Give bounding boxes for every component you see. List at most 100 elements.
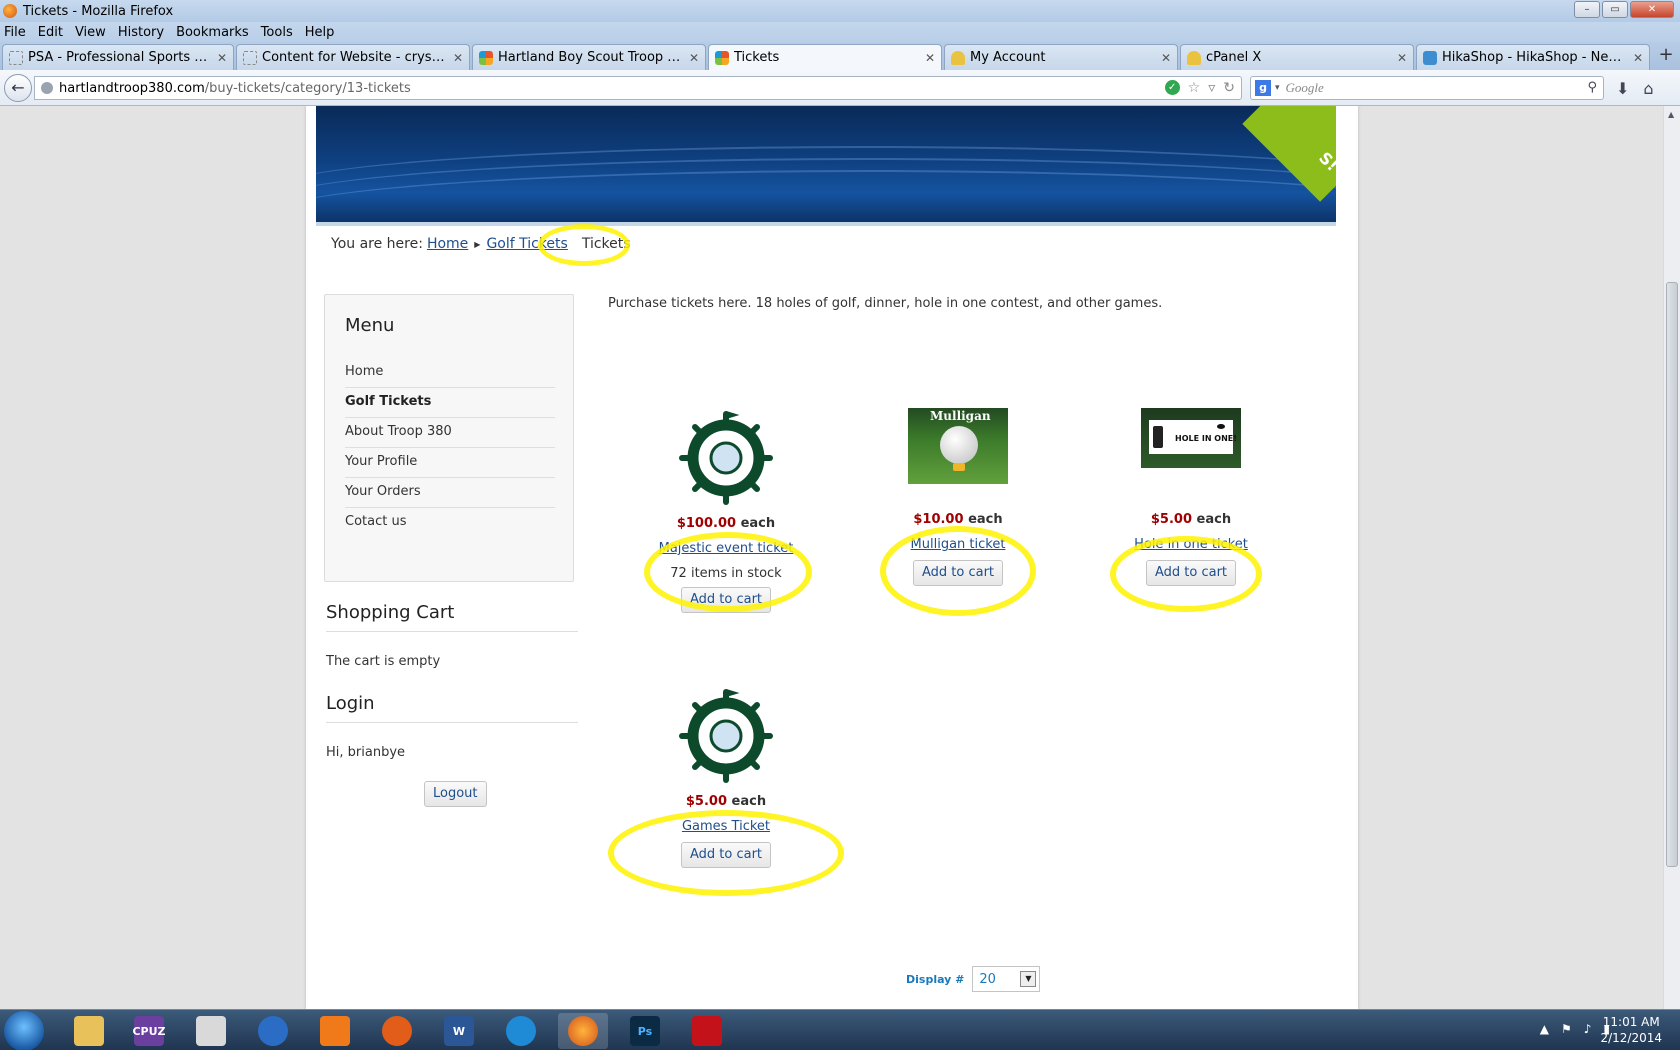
start-button[interactable] (4, 1011, 44, 1050)
menu-tools[interactable]: Tools (261, 25, 293, 40)
add-to-cart-button[interactable]: Add to cart (912, 560, 1004, 586)
majestic-logo-image[interactable] (676, 686, 776, 786)
taskbar-photoshop[interactable]: Ps (620, 1013, 670, 1049)
clock-time: 11:01 AM (1602, 1015, 1660, 1029)
menu-bar: File Edit View History Bookmarks Tools H… (0, 22, 1680, 42)
tab-close-icon[interactable]: ✕ (689, 51, 699, 65)
tab-hartland-troop[interactable]: Hartland Boy Scout Troop 380 Maj... ✕ (472, 44, 706, 70)
back-button[interactable]: ← (4, 74, 32, 102)
menu-history[interactable]: History (118, 25, 164, 40)
tab-psa[interactable]: PSA - Professional Sports Authenti... ✕ (2, 44, 234, 70)
google-icon[interactable]: g (1255, 80, 1271, 96)
tab-close-icon[interactable]: ✕ (453, 51, 463, 65)
menu-help[interactable]: Help (305, 25, 335, 40)
add-to-cart-button[interactable]: Add to cart (680, 842, 772, 868)
breadcrumb-golf-tickets[interactable]: Golf Tickets (486, 236, 567, 252)
clock[interactable]: 11:01 AM 2/12/2014 (1600, 1014, 1662, 1046)
tab-content-website[interactable]: Content for Website - crysbye@g... ✕ (236, 44, 470, 70)
tab-label: My Account (970, 50, 1046, 65)
chevron-down-icon[interactable]: ▾ (1275, 83, 1280, 93)
clock-date: 2/12/2014 (1600, 1031, 1662, 1045)
menu-item-home[interactable]: Home (345, 358, 555, 388)
product-name-link[interactable]: Majestic event ticket (611, 541, 841, 556)
tab-cpanel[interactable]: cPanel X ✕ (1180, 44, 1414, 70)
search-icon[interactable]: ⚲ (1587, 80, 1597, 95)
cart-status: The cart is empty (326, 654, 441, 669)
tab-close-icon[interactable]: ✕ (925, 51, 935, 65)
scroll-up-icon[interactable]: ▲ (1668, 110, 1674, 119)
site-identity-icon[interactable] (41, 82, 53, 94)
product-name-link[interactable]: Hole in one ticket (1076, 537, 1306, 552)
taskbar-vlc[interactable] (372, 1013, 422, 1049)
url-path: /buy-tickets/category/13-tickets (204, 80, 411, 96)
menu-item-about[interactable]: About Troop 380 (345, 418, 555, 448)
add-to-cart-button[interactable]: Add to cart (1145, 560, 1237, 586)
url-bar[interactable]: hartlandtroop380.com /buy-tickets/catego… (34, 76, 1242, 100)
tab-label: Tickets (734, 50, 780, 65)
home-icon[interactable]: ⌂ (1643, 79, 1653, 98)
majestic-logo-image[interactable] (676, 408, 776, 508)
joomla-icon (479, 50, 493, 65)
tray-expand-icon[interactable]: ▲ (1540, 1022, 1549, 1036)
taskbar-pen-app[interactable] (186, 1013, 236, 1049)
tab-label: Hartland Boy Scout Troop 380 Maj... (498, 50, 683, 65)
close-window-button[interactable]: ✕ (1630, 1, 1674, 18)
search-bar[interactable]: g ▾ Google ⚲ (1250, 76, 1604, 100)
tab-hikashop[interactable]: HikaShop - HikaShop - New Topic ✕ (1416, 44, 1650, 70)
product-name-link[interactable]: Mulligan ticket (843, 537, 1073, 552)
volume-icon[interactable]: ♪ (1584, 1022, 1592, 1036)
menu-item-contact[interactable]: Cotact us (345, 508, 555, 538)
add-to-cart-button[interactable]: Add to cart (680, 587, 772, 613)
menu-item-profile[interactable]: Your Profile (345, 448, 555, 478)
taskbar-word[interactable]: W (434, 1013, 484, 1049)
taskbar-acrobat[interactable] (682, 1013, 732, 1049)
menu-view[interactable]: View (75, 25, 106, 40)
taskbar-cpuz[interactable]: CPUZ (124, 1013, 174, 1049)
bookmark-star-icon[interactable]: ☆ (1188, 80, 1201, 96)
taskbar-chrome[interactable] (248, 1013, 298, 1049)
action-center-flag-icon[interactable]: ⚑ (1561, 1022, 1572, 1036)
new-tab-button[interactable]: + (1656, 46, 1676, 66)
taskbar-explorer[interactable] (64, 1013, 114, 1049)
product-name-link[interactable]: Games Ticket (611, 819, 841, 834)
reload-icon[interactable]: ↻ (1223, 80, 1235, 96)
maximize-button[interactable]: ▭ (1602, 1, 1628, 18)
menu-item-golf-tickets[interactable]: Golf Tickets (345, 388, 555, 418)
display-count-select[interactable]: 20 ▼ (972, 966, 1041, 992)
menu-file[interactable]: File (4, 25, 26, 40)
checkmark-icon[interactable]: ✓ (1164, 80, 1180, 95)
scrollbar-thumb[interactable] (1666, 282, 1678, 867)
chevron-down-icon[interactable]: ▼ (1020, 971, 1037, 987)
tab-my-account[interactable]: My Account ✕ (944, 44, 1178, 70)
product-price: $10.00 each (913, 512, 1003, 527)
photoshop-icon: Ps (630, 1016, 660, 1046)
logout-button[interactable]: Logout (424, 781, 487, 807)
menu-edit[interactable]: Edit (38, 25, 63, 40)
banner-divider (316, 222, 1336, 226)
vertical-scrollbar[interactable]: ▲ (1663, 106, 1680, 1009)
hole-icon (1217, 424, 1225, 429)
product-price: $5.00 each (685, 794, 767, 809)
taskbar-avast[interactable] (310, 1013, 360, 1049)
system-tray: ▲ ⚑ ♪ ▮ (1540, 1022, 1610, 1036)
joomla-icon (715, 50, 729, 65)
menu-item-orders[interactable]: Your Orders (345, 478, 555, 508)
menu-bookmarks[interactable]: Bookmarks (176, 25, 249, 40)
taskbar-ie[interactable] (496, 1013, 546, 1049)
tab-close-icon[interactable]: ✕ (217, 51, 227, 65)
minimize-button[interactable]: – (1574, 1, 1600, 18)
login-greeting: Hi, brianbye (326, 745, 406, 760)
breadcrumb: You are here: Home ▶ Golf Tickets Ticket… (331, 236, 631, 252)
breadcrumb-home[interactable]: Home (427, 236, 468, 252)
tab-close-icon[interactable]: ✕ (1633, 51, 1643, 65)
mulligan-image[interactable]: Mulligan (908, 408, 1008, 484)
url-host: hartlandtroop380.com (59, 80, 205, 96)
folder-icon (74, 1016, 104, 1046)
download-icon[interactable]: ⬇ (1616, 79, 1629, 98)
tab-close-icon[interactable]: ✕ (1397, 51, 1407, 65)
tab-tickets[interactable]: Tickets ✕ (708, 44, 942, 70)
hole-in-one-image[interactable]: HOLE IN ONE! (1141, 408, 1241, 468)
dropdown-arrow-icon[interactable]: ▿ (1208, 80, 1215, 96)
taskbar-firefox[interactable] (558, 1013, 608, 1049)
tab-close-icon[interactable]: ✕ (1161, 51, 1171, 65)
